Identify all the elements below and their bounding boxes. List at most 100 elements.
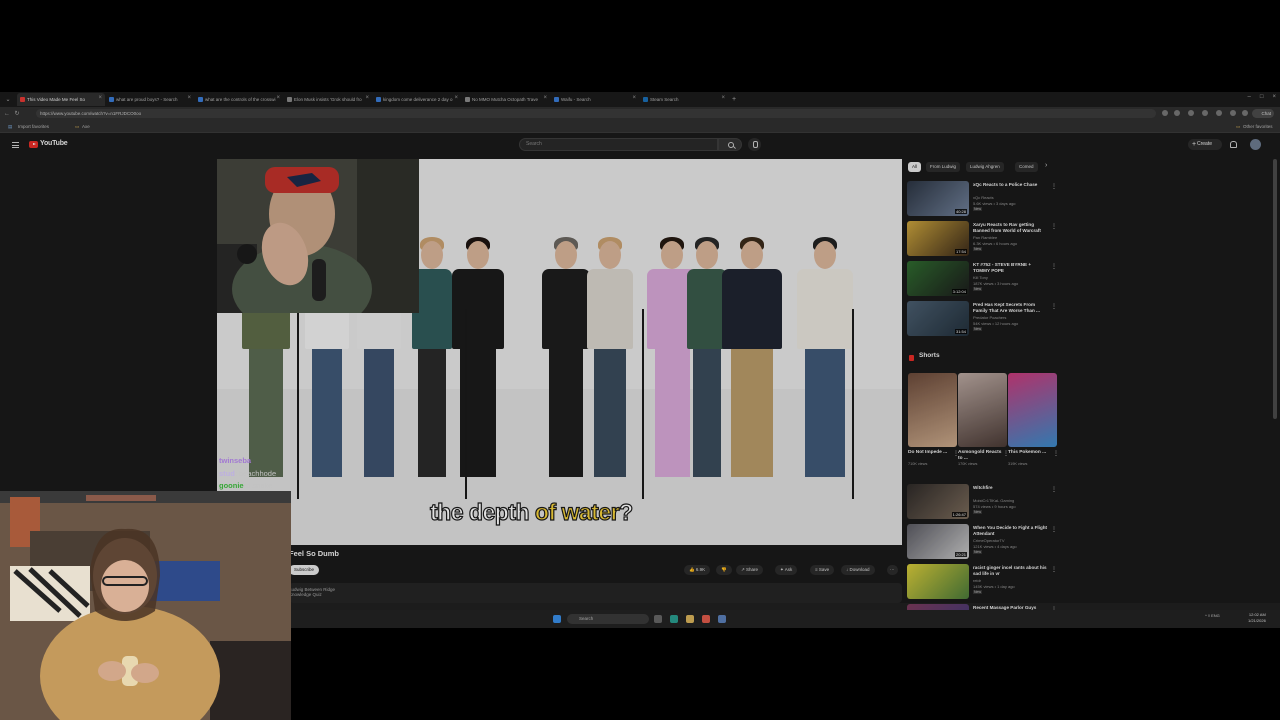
channel-name[interactable]: Predator Poachers xyxy=(973,315,1006,320)
close-tab-icon[interactable]: × xyxy=(98,95,102,101)
edge-browser-icon[interactable] xyxy=(670,615,678,623)
video-thumbnail[interactable]: 40:28 xyxy=(907,181,969,216)
close-tab-icon[interactable]: × xyxy=(632,95,636,101)
copilot-chat-button[interactable]: Chat xyxy=(1252,109,1274,118)
short-thumbnail[interactable] xyxy=(908,373,957,447)
taskbar-search[interactable]: Search xyxy=(567,614,649,624)
video-title-link[interactable]: Witchfire xyxy=(973,485,1049,491)
short-thumbnail[interactable] xyxy=(1008,373,1057,447)
extension-icon-3[interactable] xyxy=(1216,110,1222,116)
video-title-link[interactable]: Pred Has Kept Secrets From Family That A… xyxy=(973,302,1049,314)
channel-name[interactable]: Kill Tony xyxy=(973,275,988,280)
reader-icon[interactable] xyxy=(1162,110,1168,116)
recommended-video[interactable]: racist ginger incel rants about his sad … xyxy=(907,564,1057,602)
more-options-icon[interactable]: ⋮ xyxy=(1051,303,1057,310)
close-window-icon[interactable]: × xyxy=(1272,94,1276,100)
refresh-icon[interactable]: ↻ xyxy=(12,110,22,117)
video-title-link[interactable]: xQc Reacts to a Police Chase xyxy=(973,182,1049,188)
extension-icon-2[interactable] xyxy=(1202,110,1208,116)
browser-tab[interactable]: kingdom come deliverance 2 day o × xyxy=(373,93,461,106)
close-tab-icon[interactable]: × xyxy=(365,95,369,101)
video-title-link[interactable]: racist ginger incel rants about his sad … xyxy=(973,565,1049,577)
close-tab-icon[interactable]: × xyxy=(721,95,725,101)
channel-name[interactable]: xQc Reacts xyxy=(973,195,994,200)
create-button[interactable]: Create xyxy=(1188,139,1222,150)
like-button[interactable]: 👍 6.9K xyxy=(684,565,711,575)
short-thumbnail[interactable] xyxy=(958,373,1007,447)
short-title[interactable]: Do Not Impede ... xyxy=(908,450,953,456)
page-scrollbar[interactable] xyxy=(1273,159,1277,419)
chip-comedy[interactable]: Comed xyxy=(1015,162,1038,172)
video-title-link[interactable]: When You Decide to Fight a Flight Attend… xyxy=(973,525,1049,537)
channel-name[interactable]: MoistCr1TiKaL Gaming xyxy=(973,498,1014,503)
more-options-icon[interactable]: ⋮ xyxy=(1051,183,1057,190)
steam-icon[interactable] xyxy=(718,615,726,623)
favorite-star-icon[interactable] xyxy=(1174,110,1180,116)
more-options-icon[interactable]: ⋮ xyxy=(1051,566,1057,573)
more-options-icon[interactable]: ⋮ xyxy=(1051,526,1057,533)
video-thumbnail[interactable] xyxy=(907,564,969,599)
tab-actions-icon[interactable]: ⌄ xyxy=(0,96,16,103)
recommended-video[interactable]: 31:54 Pred Has Kept Secrets From Family T… xyxy=(907,301,1057,339)
browser-tab[interactable]: Waifu - Search × xyxy=(551,93,639,106)
youtube-logo-text[interactable]: YouTube xyxy=(40,140,68,147)
browser-tab[interactable]: No MMO Mutcha Octopath Trave × xyxy=(462,93,550,106)
video-thumbnail[interactable]: 1:26:47 xyxy=(907,484,969,519)
close-tab-icon[interactable]: × xyxy=(187,95,191,101)
hamburger-menu-icon[interactable] xyxy=(12,142,19,148)
other-favorites[interactable]: Other favorites xyxy=(1243,124,1273,129)
app-icon-red[interactable] xyxy=(702,615,710,623)
subscribe-button[interactable]: Subscribe xyxy=(289,565,319,575)
youtube-logo-icon[interactable] xyxy=(29,141,38,148)
ask-button[interactable]: ✦ Ask xyxy=(775,565,798,575)
short-more-icon[interactable]: ⋮ xyxy=(1053,450,1059,457)
video-title-link[interactable]: Xaryu Reacts to Rav getting Banned from … xyxy=(973,222,1049,234)
share-button[interactable]: ↗ Share xyxy=(736,565,764,575)
file-explorer-icon[interactable] xyxy=(686,615,694,623)
more-options-icon[interactable]: ⋮ xyxy=(1051,263,1057,270)
channel-name[interactable]: reidr xyxy=(973,578,981,583)
search-input[interactable]: Search xyxy=(519,138,718,151)
start-menu-icon[interactable] xyxy=(553,615,561,623)
close-tab-icon[interactable]: × xyxy=(543,95,547,101)
browser-tab[interactable]: what are the controls of the crosswi × xyxy=(195,93,283,106)
browser-tab[interactable]: This Video Made Me Feel So × xyxy=(17,93,105,106)
chip-all[interactable]: All xyxy=(908,162,922,172)
avatar[interactable] xyxy=(1250,139,1261,150)
video-thumbnail[interactable]: 3:12:04 xyxy=(907,261,969,296)
recommended-video[interactable]: 17:54 Xaryu Reacts to Rav getting Banned … xyxy=(907,221,1057,259)
browser-tab[interactable]: Steam Search × xyxy=(640,93,728,106)
video-title-link[interactable]: KT #752 - STEVE BYRNE + TOMMY POPE xyxy=(973,262,1049,274)
video-thumbnail[interactable]: 17:54 xyxy=(907,221,969,256)
browser-tab[interactable]: Elon Musk insists 'Grok should fro × xyxy=(284,93,372,106)
chip-from-ludwig[interactable]: From Ludwig xyxy=(926,162,961,172)
minimize-icon[interactable]: – xyxy=(1248,94,1251,100)
more-options-icon[interactable]: ⋮ xyxy=(1051,486,1057,493)
short-title[interactable]: This Pokemon ... xyxy=(1008,450,1053,456)
task-view-icon[interactable] xyxy=(654,615,662,623)
clock[interactable]: 12:02 AM 1/21/2026 xyxy=(1248,612,1266,624)
channel-name[interactable]: Pan Ramblee xyxy=(973,235,997,240)
short-title[interactable]: Asmongold Reacts to ... xyxy=(958,450,1003,462)
extension-icon[interactable] xyxy=(1188,110,1194,116)
channel-name[interactable]: CrimeOperatorTV xyxy=(973,538,1005,543)
chips-next-icon[interactable]: › xyxy=(1045,162,1047,169)
recommended-video[interactable]: 3:12:04 KT #752 - STEVE BYRNE + TOMMY POP… xyxy=(907,261,1057,299)
browser-tab[interactable]: what are proud boys? - Search × xyxy=(106,93,194,106)
recommended-video[interactable]: 20:21 When You Decide to Fight a Flight A… xyxy=(907,524,1057,562)
search-icon[interactable] xyxy=(718,138,742,151)
download-button[interactable]: ↓ Download xyxy=(841,565,875,575)
video-description[interactable]: Ludwig Between Ridge Knowledge Quiz xyxy=(289,583,902,603)
profile-icon[interactable] xyxy=(1230,110,1236,116)
save-button[interactable]: ≡ Save xyxy=(810,565,835,575)
back-icon[interactable]: ← xyxy=(2,111,12,117)
bookmark-axe[interactable]: Axe xyxy=(82,124,90,129)
new-tab-icon[interactable]: + xyxy=(728,96,740,103)
microphone-icon[interactable] xyxy=(748,138,761,151)
bookmark-import-favorites[interactable]: Import favorites xyxy=(18,124,49,129)
more-options-icon[interactable]: ⋮ xyxy=(1051,223,1057,230)
close-tab-icon[interactable]: × xyxy=(454,95,458,101)
notifications-bell-icon[interactable] xyxy=(1230,141,1237,148)
video-thumbnail[interactable]: 31:54 xyxy=(907,301,969,336)
url-field[interactable]: https://www.youtube.com/watch?v=n1FRJDCO… xyxy=(36,109,1156,118)
